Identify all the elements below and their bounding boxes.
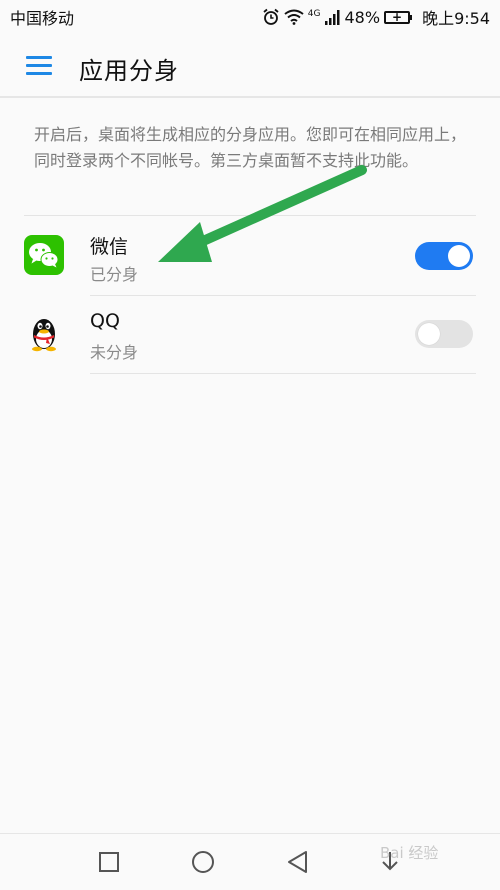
home-icon[interactable] bbox=[189, 848, 217, 876]
wechat-icon bbox=[24, 235, 64, 275]
wifi-icon bbox=[284, 9, 304, 25]
app-header: 应用分身 bbox=[0, 34, 500, 98]
clock-label: 晚上9:54 bbox=[422, 9, 490, 28]
qq-icon bbox=[32, 319, 56, 352]
network-type-label: 4G bbox=[307, 9, 321, 19]
carrier-label: 中国移动 bbox=[10, 9, 75, 28]
battery-percent: 48% bbox=[344, 7, 381, 27]
list-item-wechat[interactable]: 微信 已分身 bbox=[0, 218, 500, 296]
watermark: Bai 经验 bbox=[380, 844, 439, 862]
battery-charging-icon: + bbox=[384, 10, 413, 24]
toggle-knob bbox=[448, 245, 470, 267]
app-status: 已分身 bbox=[90, 265, 139, 284]
signal-icon bbox=[324, 9, 339, 25]
alarm-icon bbox=[263, 8, 279, 25]
toggle-knob bbox=[418, 323, 440, 345]
list-item-qq[interactable]: QQ 未分身 bbox=[0, 296, 500, 374]
app-status: 未分身 bbox=[90, 343, 139, 362]
divider bbox=[24, 215, 476, 216]
divider bbox=[90, 373, 476, 374]
back-icon[interactable] bbox=[284, 848, 312, 876]
app-name: 微信 bbox=[90, 236, 129, 258]
clone-toggle-qq[interactable] bbox=[415, 320, 473, 348]
clone-toggle-wechat[interactable] bbox=[415, 242, 473, 270]
feature-description: 开启后，桌面将生成相应的分身应用。您即可在相同应用上，同时登录两个不同帐号。第三… bbox=[34, 125, 467, 170]
status-icons: 4G 48% + 晚上9:54 bbox=[262, 5, 490, 29]
status-bar: 中国移动 4G 48% + 晚上9:54 bbox=[0, 0, 500, 34]
menu-icon[interactable] bbox=[26, 56, 52, 76]
app-name: QQ bbox=[90, 310, 120, 332]
page-title: 应用分身 bbox=[79, 57, 179, 85]
recent-apps-icon[interactable] bbox=[95, 848, 123, 876]
